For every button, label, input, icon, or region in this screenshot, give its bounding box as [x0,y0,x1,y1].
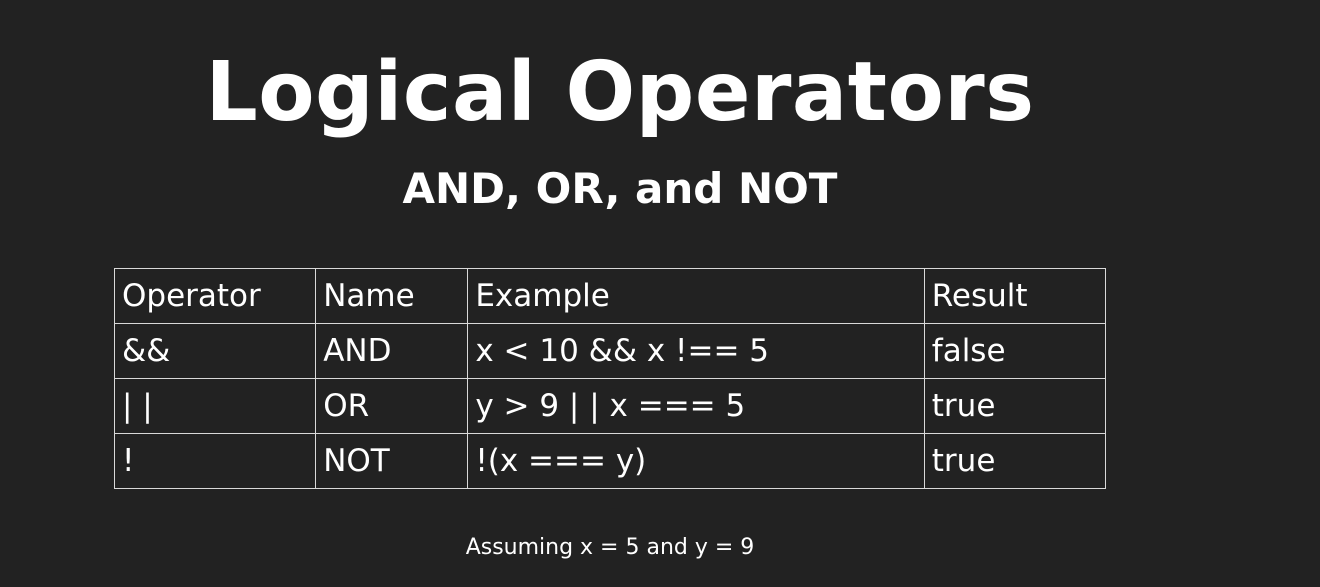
slide: Logical Operators AND, OR, and NOT Opera… [0,0,1320,587]
slide-title: Logical Operators [205,45,1035,140]
header-example: Example [467,268,925,324]
header-operator: Operator [113,268,317,324]
cell-result: false [923,323,1107,379]
cell-name: NOT [315,433,469,489]
cell-operator: | | [113,378,317,434]
cell-example: !(x === y) [467,433,925,489]
header-name: Name [315,268,469,324]
header-result: Result [923,268,1107,324]
table-row: ! NOT !(x === y) true [113,433,1107,489]
cell-operator: ! [113,433,317,489]
table-row: | | OR y > 9 | | x === 5 true [113,378,1107,434]
table-row: && AND x < 10 && x !== 5 false [113,323,1107,379]
cell-operator: && [113,323,317,379]
cell-example: y > 9 | | x === 5 [467,378,925,434]
operators-table: Operator Name Example Result && AND x < … [113,268,1107,489]
cell-example: x < 10 && x !== 5 [467,323,925,379]
table-header-row: Operator Name Example Result [113,268,1107,324]
cell-result: true [923,378,1107,434]
cell-name: AND [315,323,469,379]
cell-result: true [923,433,1107,489]
cell-name: OR [315,378,469,434]
slide-subtitle: AND, OR, and NOT [402,164,838,213]
assumption-caption: Assuming x = 5 and y = 9 [465,535,755,560]
